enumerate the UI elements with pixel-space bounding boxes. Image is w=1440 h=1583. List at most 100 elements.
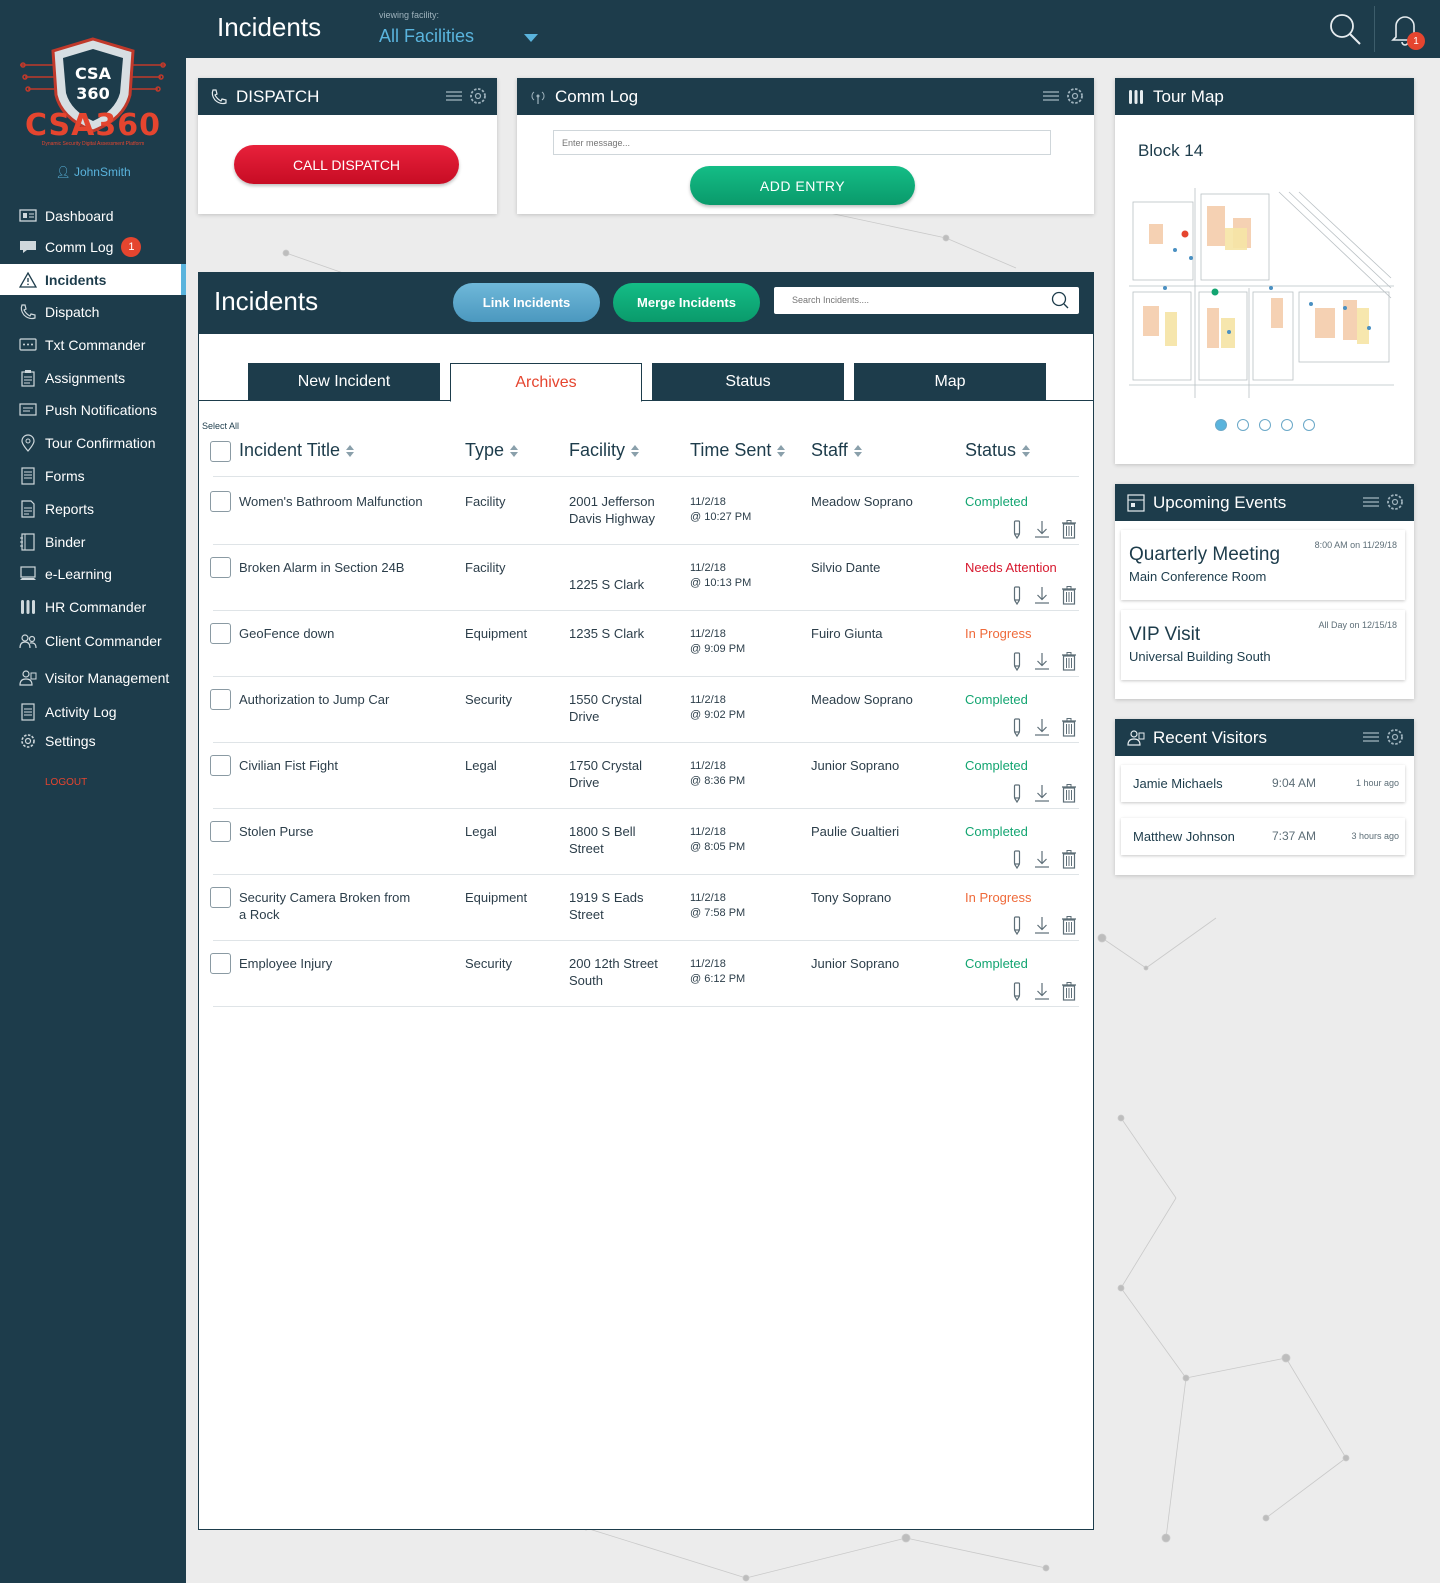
sidebar-item-dashboard[interactable]: Dashboard xyxy=(0,200,186,231)
trash-icon[interactable] xyxy=(1061,717,1077,737)
row-checkbox[interactable] xyxy=(210,887,231,908)
user-name-link[interactable]: 👤︎ JohnSmith xyxy=(0,165,186,179)
edit-icon[interactable] xyxy=(1009,717,1025,738)
logout-link[interactable]: LOGOUT xyxy=(45,777,87,788)
floor-plan-map[interactable] xyxy=(1129,188,1394,398)
edit-icon[interactable] xyxy=(1009,651,1025,672)
sidebar-item-dispatch[interactable]: Dispatch xyxy=(0,296,186,327)
download-icon[interactable] xyxy=(1034,981,1050,1001)
download-icon[interactable] xyxy=(1034,717,1050,737)
column-header-title[interactable]: Incident Title xyxy=(239,440,355,461)
tab-new-incident[interactable]: New Incident xyxy=(248,363,440,401)
column-header-staff[interactable]: Staff xyxy=(811,440,862,461)
gear-icon[interactable] xyxy=(1386,493,1404,511)
column-header-type[interactable]: Type xyxy=(465,440,519,461)
download-icon[interactable] xyxy=(1034,849,1050,869)
column-header-status[interactable]: Status xyxy=(965,440,1031,461)
download-icon[interactable] xyxy=(1034,519,1050,539)
sidebar-item-reports[interactable]: Reports xyxy=(0,493,186,524)
download-icon[interactable] xyxy=(1034,585,1050,605)
add-entry-button[interactable]: ADD ENTRY xyxy=(690,166,915,205)
gear-icon[interactable] xyxy=(1386,728,1404,746)
trash-icon[interactable] xyxy=(1061,651,1077,671)
column-header-time-sent[interactable]: Time Sent xyxy=(690,440,786,461)
sidebar-item-comm-log[interactable]: Comm Log 1 xyxy=(0,231,186,262)
menu-icon[interactable] xyxy=(1363,730,1379,744)
trash-icon[interactable] xyxy=(1061,849,1077,869)
edit-icon[interactable] xyxy=(1009,585,1025,606)
sidebar-item-binder[interactable]: Binder xyxy=(0,526,186,557)
pagination-dot[interactable] xyxy=(1237,419,1249,431)
menu-icon[interactable] xyxy=(1363,495,1379,509)
incident-search-input[interactable] xyxy=(774,287,1034,312)
row-checkbox[interactable] xyxy=(210,623,231,644)
sidebar-item-push-notifications[interactable]: Push Notifications xyxy=(0,394,186,425)
pagination-dot[interactable] xyxy=(1259,419,1271,431)
download-icon[interactable] xyxy=(1034,783,1050,803)
tab-status[interactable]: Status xyxy=(652,363,844,401)
search-icon[interactable] xyxy=(1328,12,1362,46)
gear-icon[interactable] xyxy=(1066,87,1084,105)
gear-icon[interactable] xyxy=(469,87,487,105)
sidebar-item-incidents[interactable]: Incidents xyxy=(0,264,186,295)
trash-icon[interactable] xyxy=(1061,585,1077,605)
call-dispatch-button[interactable]: CALL DISPATCH xyxy=(234,145,459,184)
row-checkbox[interactable] xyxy=(210,491,231,512)
chevron-down-icon[interactable] xyxy=(524,34,538,42)
link-incidents-button[interactable]: Link Incidents xyxy=(453,283,600,322)
edit-icon[interactable] xyxy=(1009,915,1025,936)
pagination-dot[interactable] xyxy=(1215,419,1227,431)
tab-archives[interactable]: Archives xyxy=(450,363,642,402)
pagination-dot[interactable] xyxy=(1303,419,1315,431)
sidebar-item-forms[interactable]: Forms xyxy=(0,460,186,491)
edit-icon[interactable] xyxy=(1009,849,1025,870)
sidebar-item-client-commander[interactable]: Client Commander xyxy=(0,625,186,656)
visitor-time: 9:04 AM xyxy=(1272,776,1317,790)
table-row[interactable]: Employee Injury Security 200 12th Street S… xyxy=(199,941,1093,1007)
download-icon[interactable] xyxy=(1034,915,1050,935)
sidebar-item-settings[interactable]: Settings xyxy=(0,725,186,756)
sidebar-item-tour-confirmation[interactable]: Tour Confirmation xyxy=(0,427,186,458)
row-checkbox[interactable] xyxy=(210,689,231,710)
search-icon[interactable] xyxy=(1051,291,1069,309)
select-all-label[interactable]: Select All xyxy=(202,421,239,431)
table-row[interactable]: Security Camera Broken from a Rock Equipm… xyxy=(199,875,1093,941)
edit-icon[interactable] xyxy=(1009,519,1025,540)
edit-icon[interactable] xyxy=(1009,783,1025,804)
trash-icon[interactable] xyxy=(1061,915,1077,935)
table-row[interactable]: Stolen Purse Legal 1800 S Bell Street 11/2/… xyxy=(199,809,1093,875)
comm-log-message-input[interactable] xyxy=(553,130,1051,155)
edit-icon[interactable] xyxy=(1009,981,1025,1002)
trash-icon[interactable] xyxy=(1061,519,1077,539)
row-checkbox[interactable] xyxy=(210,821,231,842)
download-icon[interactable] xyxy=(1034,651,1050,671)
tab-map[interactable]: Map xyxy=(854,363,1046,401)
sidebar-item-activity-log[interactable]: Activity Log xyxy=(0,696,186,727)
row-checkbox[interactable] xyxy=(210,953,231,974)
table-row[interactable]: Broken Alarm in Section 24B Facility 1225… xyxy=(199,545,1093,611)
facility-select[interactable]: All Facilities xyxy=(379,26,474,47)
row-checkbox[interactable] xyxy=(210,755,231,776)
visitor-row[interactable]: Jamie Michaels 9:04 AM 1 hour ago xyxy=(1121,765,1405,802)
table-row[interactable]: GeoFence down Equipment 1235 S Clark 11/2/1… xyxy=(199,611,1093,677)
visitor-row[interactable]: Matthew Johnson 7:37 AM 3 hours ago xyxy=(1121,818,1405,855)
menu-icon[interactable] xyxy=(446,89,462,103)
sidebar-item-txt-commander[interactable]: Txt Commander xyxy=(0,329,186,360)
trash-icon[interactable] xyxy=(1061,783,1077,803)
row-checkbox[interactable] xyxy=(210,557,231,578)
sidebar-item-e-learning[interactable]: e-Learning xyxy=(0,558,186,589)
sidebar-item-hr-commander[interactable]: HR Commander xyxy=(0,591,186,622)
table-row[interactable]: Civilian Fist Fight Legal 1750 Crystal Dri… xyxy=(199,743,1093,809)
sidebar-item-assignments[interactable]: Assignments xyxy=(0,362,186,393)
table-row[interactable]: Authorization to Jump Car Security 1550 Cr… xyxy=(199,677,1093,743)
event-card[interactable]: VIP Visit Universal Building South All D… xyxy=(1121,610,1405,680)
merge-incidents-button[interactable]: Merge Incidents xyxy=(613,283,760,322)
menu-icon[interactable] xyxy=(1043,89,1059,103)
trash-icon[interactable] xyxy=(1061,981,1077,1001)
column-header-facility[interactable]: Facility xyxy=(569,440,640,461)
sidebar-item-visitor-management[interactable]: Visitor Management xyxy=(0,662,186,693)
select-all-checkbox[interactable] xyxy=(210,441,231,462)
pagination-dot[interactable] xyxy=(1281,419,1293,431)
table-row[interactable]: Women's Bathroom Malfunction Facility 2001… xyxy=(199,479,1093,545)
event-card[interactable]: Quarterly Meeting Main Conference Room 8… xyxy=(1121,530,1405,600)
